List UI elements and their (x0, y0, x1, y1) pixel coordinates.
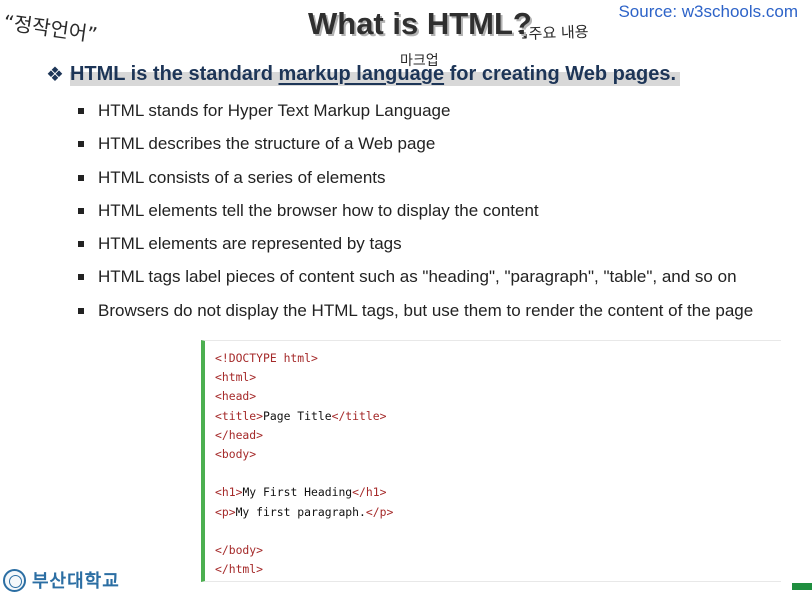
university-name: 부산대학교 (32, 571, 120, 592)
code-line: </head> (215, 427, 264, 442)
list-item: HTML elements tell the browser how to di… (78, 198, 778, 231)
code-line: <p>My first paragraph.</p> (215, 503, 781, 522)
list-item-text: HTML elements are represented by tags (98, 234, 402, 254)
code-tag: </title> (331, 408, 387, 423)
code-line: <!DOCTYPE html> (215, 351, 318, 365)
list-item-text: HTML consists of a series of elements (98, 167, 386, 187)
list-item: HTML elements are represented by tags (78, 231, 778, 264)
main-point: ❖ HTML is the standard markup language f… (46, 62, 680, 87)
main-point-text-after: for creating Web pages. (444, 63, 676, 85)
code-tag: <h1> (215, 485, 243, 500)
square-bullet-icon (78, 241, 84, 248)
square-bullet-icon (78, 141, 84, 148)
code-tag: <title> (215, 408, 264, 423)
square-bullet-icon (78, 307, 84, 314)
code-line: </body> (215, 542, 264, 557)
diamond-bullet-icon: ❖ (46, 64, 64, 86)
list-item: HTML describes the structure of a Web pa… (78, 131, 778, 164)
list-item: HTML stands for Hyper Text Markup Langua… (78, 98, 778, 131)
code-text: My first paragraph. (235, 504, 366, 519)
list-item-text: HTML tags label pieces of content such a… (98, 267, 737, 287)
source-label: Source: w3schools.com (618, 2, 798, 21)
main-point-underlined-text: markup language (278, 63, 445, 85)
university-seal-icon (3, 568, 26, 592)
html-facts-list: HTML stands for Hyper Text Markup Langua… (78, 98, 778, 352)
main-point-text-before: HTML is the standard (69, 63, 279, 85)
square-bullet-icon (78, 174, 84, 181)
code-line: <title>Page Title</title> (215, 407, 781, 426)
code-line: <html> (215, 370, 257, 385)
list-item-text: HTML stands for Hyper Text Markup Langua… (98, 101, 451, 120)
code-line: <h1>My First Heading</h1> (215, 483, 781, 502)
main-point-text: HTML is the standard markup language for… (69, 63, 680, 86)
code-tag: <p> (215, 504, 236, 519)
code-text: My First Heading (242, 485, 353, 500)
square-bullet-icon (78, 207, 84, 214)
list-item-text: HTML describes the structure of a Web pa… (98, 134, 436, 154)
code-tag: </p> (365, 504, 394, 519)
html-code-example: <!DOCTYPE html> <html> <head> <title>Pag… (201, 340, 781, 582)
code-line: <head> (215, 389, 257, 404)
square-bullet-icon (78, 274, 84, 281)
square-bullet-icon (78, 108, 84, 114)
list-item: HTML consists of a series of elements (78, 165, 778, 198)
code-text: Page Title (263, 408, 332, 423)
list-item-text: HTML elements tell the browser how to di… (98, 200, 539, 220)
code-line: </html> (215, 562, 264, 577)
list-item: HTML tags label pieces of content such a… (78, 264, 778, 297)
list-item-text: Browsers do not display the HTML tags, b… (98, 300, 754, 320)
code-tag: </h1> (352, 485, 387, 500)
university-logo: 부산대학교 (3, 567, 120, 593)
code-line: <body> (215, 446, 257, 461)
page-title: What is HTML? (308, 6, 532, 41)
corner-decoration (792, 583, 812, 590)
handwritten-annotation-top-left: “정작언어” (2, 9, 99, 47)
